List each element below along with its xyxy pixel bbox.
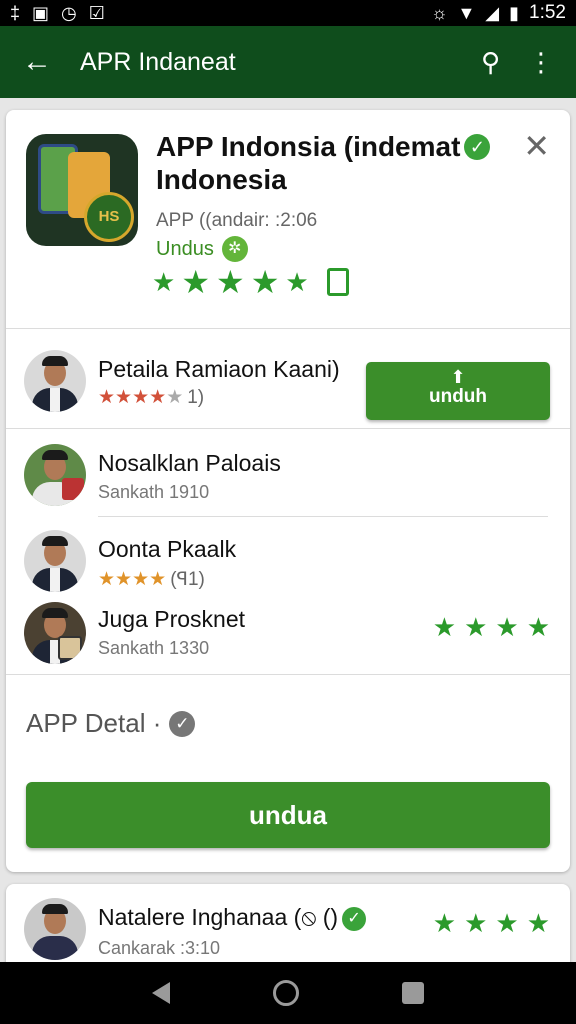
- star-icon: ★: [98, 569, 116, 590]
- bottom-card: Natalere Inghanaa (⦸ () ✓ Cankarak :3:10 …: [6, 884, 570, 962]
- divider: [6, 428, 570, 429]
- list-item[interactable]: Oonta Pkaalk ★★★★ (ꟼ1): [6, 526, 570, 606]
- avatar: [24, 898, 86, 960]
- app-title-line1: APP Indonsia (indemat: [156, 131, 461, 162]
- app-status-label: Undus: [156, 237, 214, 260]
- row-name-suffix: ⦸ (): [301, 904, 339, 930]
- status-right-icons: ☼ ▼ ◢ ▮ 1:52: [431, 2, 566, 24]
- verified-check-icon: ✓: [464, 134, 491, 160]
- star-icon: ★: [115, 569, 133, 590]
- row-name-text: Natalere Inghanaa (: [98, 904, 302, 930]
- app-card: HS APP Indonsia (indemat ✓ Indonesia ✕ AP…: [6, 110, 570, 872]
- nav-back-icon[interactable]: [151, 982, 170, 1004]
- row-name: Juga Prosknet: [98, 606, 246, 632]
- rating-star-icon: ★: [216, 264, 245, 300]
- status-time: 1:52: [529, 2, 566, 23]
- undua-button[interactable]: undua: [26, 782, 550, 848]
- app-subtitle: APP ((andair: :2:06: [156, 210, 318, 231]
- rating-count: (ꟼ1): [170, 569, 205, 590]
- checkbox-icon: ☑: [88, 3, 105, 23]
- app-bar-title: APR Indaneat: [80, 47, 236, 76]
- close-icon[interactable]: ✕: [523, 130, 550, 162]
- row-rating: ★★★★ (ꟼ1): [98, 568, 205, 591]
- divider: [6, 328, 570, 329]
- avatar: [24, 350, 86, 412]
- app-header: HS APP Indonsia (indemat ✓ Indonesia ✕ AP…: [6, 110, 570, 328]
- star-icon: ★: [166, 387, 184, 408]
- bookmark-icon[interactable]: [326, 268, 349, 296]
- navigation-bar: [0, 962, 576, 1024]
- star-icon: ★: [115, 387, 133, 408]
- upload-arrow-icon: ⬆: [450, 367, 466, 387]
- app-icon[interactable]: HS: [26, 134, 138, 246]
- row-sub: Sankath 1330: [98, 638, 210, 658]
- app-rating: ★ ★ ★ ★ ★: [152, 266, 349, 298]
- star-icon: ★: [149, 569, 167, 590]
- rating-star-icon: ★: [285, 267, 309, 297]
- status-left-icons: ‡ ▣ ◷ ☑: [10, 4, 105, 22]
- star-icon: ★: [526, 612, 550, 642]
- star-icon: ★: [495, 908, 519, 938]
- star-icon: ★: [132, 569, 150, 590]
- row-name: Petaila Ramiaon Kaani): [98, 356, 340, 382]
- list-item[interactable]: Juga Prosknet Sankath 1330 ★ ★ ★ ★: [6, 598, 570, 678]
- status-bar: ‡ ▣ ◷ ☑ ☼ ▼ ◢ ▮ 1:52: [0, 0, 576, 26]
- list-item[interactable]: Nosalklan Paloais Sankath 1910: [6, 440, 570, 520]
- star-icon: ★: [495, 612, 519, 642]
- unduh-button[interactable]: ⬆ unduh: [366, 362, 550, 420]
- star-icon: ★: [432, 908, 457, 938]
- app-status: Undus ✲: [156, 236, 248, 262]
- row-sub: Sankath 1910: [98, 482, 210, 502]
- app-detail-label: APP Detal ·: [26, 708, 162, 738]
- row-rating: ★★★★★ 1): [98, 386, 204, 409]
- nav-recents-icon[interactable]: [402, 982, 425, 1004]
- list-item[interactable]: Natalere Inghanaa (⦸ () ✓ Cankarak :3:10 …: [6, 896, 570, 962]
- row-name: Oonta Pkaalk: [98, 536, 237, 562]
- nav-home-icon[interactable]: [272, 980, 299, 1006]
- wifi-icon: ▼: [457, 3, 476, 23]
- row-stars: ★ ★ ★ ★: [433, 910, 550, 936]
- app-title: APP Indonsia (indemat ✓ Indonesia: [156, 130, 516, 196]
- star-icon: ★: [464, 908, 488, 938]
- rating-star-icon: ★: [181, 264, 210, 300]
- alarm-icon: ☼: [430, 3, 448, 23]
- app-title-line2: Indonesia: [156, 164, 287, 195]
- star-icon: ★: [464, 612, 488, 642]
- hash-icon: ‡: [10, 3, 21, 23]
- avatar: [24, 530, 86, 592]
- rating-star-icon: ★: [152, 267, 176, 297]
- sim-icon: ▣: [32, 3, 50, 23]
- star-icon: ★: [149, 387, 167, 408]
- unduh-button-label: unduh: [428, 386, 488, 407]
- row-name: Natalere Inghanaa (⦸ () ✓: [98, 904, 367, 931]
- rating-star-icon: ★: [250, 264, 280, 300]
- app-detail-heading: APP Detal · ✓: [26, 708, 196, 739]
- avatar: [24, 444, 86, 506]
- star-icon: ★: [132, 387, 150, 408]
- battery-icon: ▮: [509, 3, 520, 23]
- more-vert-icon[interactable]: ⋮: [528, 47, 554, 78]
- row-name: Nosalklan Paloais: [98, 450, 281, 476]
- row-stars: ★ ★ ★ ★: [433, 614, 550, 640]
- app-badge: HS: [84, 192, 134, 242]
- search-icon[interactable]: ⚲: [481, 47, 500, 78]
- divider: [6, 674, 570, 675]
- star-icon: ★: [98, 387, 116, 408]
- back-arrow-icon[interactable]: ←: [22, 45, 62, 79]
- clock-icon: ◷: [61, 3, 77, 23]
- star-badge-icon: ✲: [221, 236, 248, 262]
- signal-icon: ◢: [485, 3, 500, 23]
- verified-check-icon: ✓: [342, 907, 367, 931]
- row-sub: Cankarak :3:10: [98, 938, 221, 958]
- check-circle-icon: ✓: [169, 710, 196, 737]
- divider: [98, 516, 548, 517]
- rating-count: 1): [187, 387, 205, 408]
- star-icon: ★: [526, 908, 550, 938]
- content-area: HS APP Indonsia (indemat ✓ Indonesia ✕ AP…: [0, 98, 576, 962]
- avatar: [24, 602, 86, 664]
- app-bar: ← APR Indaneat ⚲ ⋮: [0, 26, 576, 98]
- star-icon: ★: [432, 612, 457, 642]
- list-item[interactable]: Petaila Ramiaon Kaani) ★★★★★ 1) ⬆ unduh: [6, 342, 570, 432]
